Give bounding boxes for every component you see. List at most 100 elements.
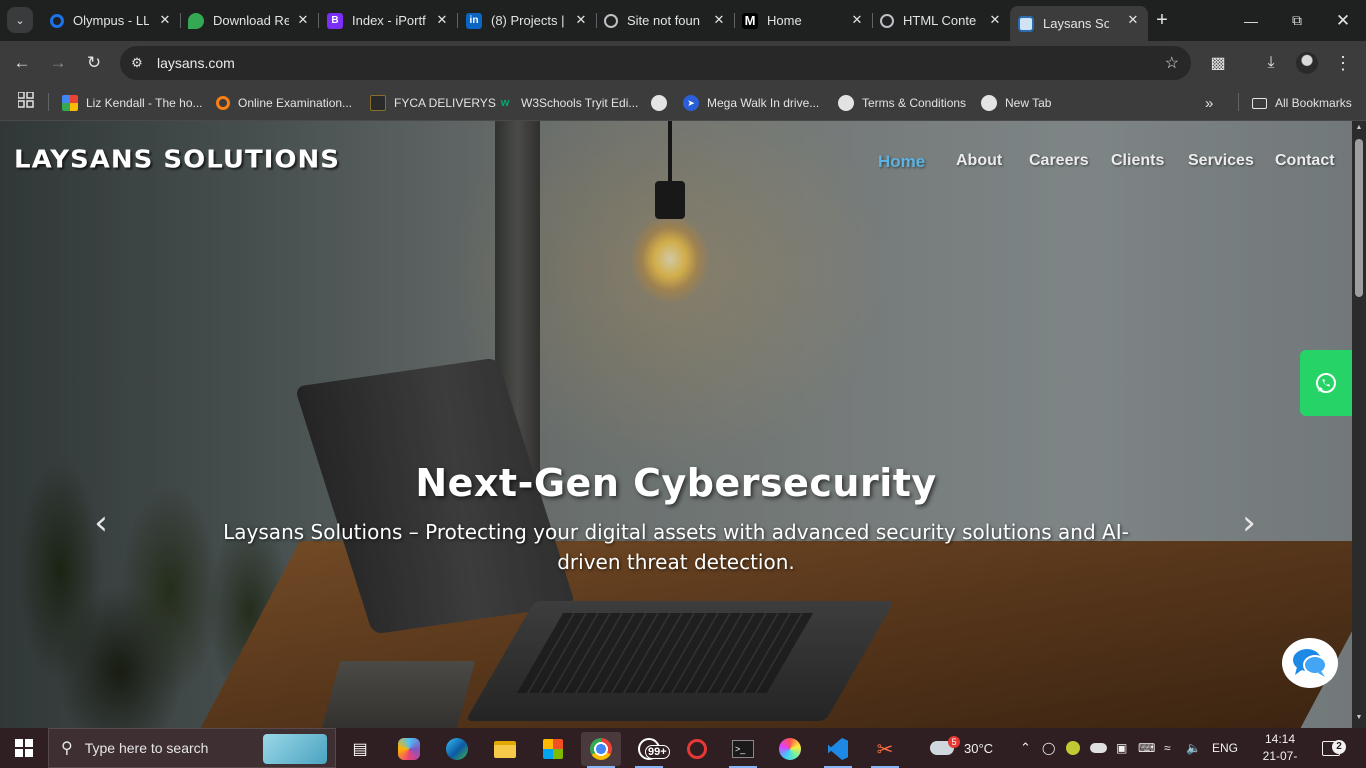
nav-about[interactable]: About	[956, 152, 1002, 170]
carousel-prev-button[interactable]: ‹	[86, 503, 116, 543]
scissors-icon: ✂	[876, 738, 894, 761]
whatsapp-app[interactable]: 99+	[629, 732, 670, 768]
close-window-button[interactable]: ✕	[1320, 0, 1366, 41]
whatsapp-badge: 99+	[645, 745, 670, 759]
close-icon[interactable]: ✕	[156, 11, 174, 29]
nav-clients[interactable]: Clients	[1111, 152, 1164, 170]
url-text[interactable]: laysans.com	[157, 55, 235, 71]
nav-home[interactable]: Home	[878, 152, 925, 172]
language-indicator[interactable]: ENG	[1212, 728, 1238, 768]
scrollbar-thumb[interactable]	[1355, 139, 1363, 297]
bookmark-online-examination[interactable]: Online Examination...	[216, 92, 352, 114]
tab-search-button[interactable]: ⌄	[7, 7, 33, 33]
bookmark-terms-conditions[interactable]: Terms & Conditions	[838, 92, 966, 114]
tab-home-medium[interactable]: M Home ✕	[734, 6, 873, 35]
tray-sync-icon[interactable]: ◯	[1042, 728, 1055, 768]
all-bookmarks-button[interactable]: All Bookmarks	[1252, 92, 1352, 114]
snipping-tool-app[interactable]: ✂	[865, 732, 905, 768]
page-scrollbar[interactable]: ▲ ▼	[1352, 121, 1366, 728]
onedrive-icon[interactable]	[1090, 728, 1107, 768]
close-icon[interactable]: ✕	[848, 11, 866, 29]
scroll-down-arrow-icon[interactable]: ▼	[1355, 714, 1363, 722]
input-method-icon[interactable]: ⌨	[1138, 728, 1155, 768]
bookmark-fyca-deliverys[interactable]: FYCA DELIVERYS	[370, 92, 496, 114]
terminal-app[interactable]: >_	[723, 732, 763, 768]
file-explorer-app[interactable]	[485, 732, 525, 766]
apps-grid-icon[interactable]	[18, 92, 34, 108]
tab-html-content[interactable]: HTML Conte ✕	[872, 6, 1010, 35]
edge-app[interactable]	[437, 732, 477, 766]
tray-app-icon[interactable]	[1066, 728, 1080, 768]
scroll-up-arrow-icon[interactable]: ▲	[1355, 124, 1363, 132]
bookmark-liz-kendall[interactable]: Liz Kendall - The ho...	[62, 92, 203, 114]
extensions-icon[interactable]: ▩	[1206, 51, 1230, 75]
bookmark-new-tab[interactable]: New Tab	[981, 92, 1051, 114]
live-chat-button[interactable]	[1282, 638, 1338, 688]
bookmark-star-icon[interactable]: ☆	[1165, 53, 1179, 73]
hero-subtitle: Laysans Solutions – Protecting your digi…	[223, 520, 1129, 574]
bookmark-label: Liz Kendall - The ho...	[86, 96, 203, 110]
bookmark-w3schools[interactable]: w W3Schools Tryit Edi...	[497, 92, 639, 114]
wifi-icon[interactable]: ≈	[1164, 728, 1171, 768]
color-app[interactable]	[770, 732, 810, 766]
tab-linkedin-projects[interactable]: in (8) Projects | ✕	[458, 6, 597, 35]
site-info-icon[interactable]: ⚙	[128, 54, 146, 72]
chevron-up-icon: ⌃	[1020, 740, 1031, 755]
close-icon[interactable]: ✕	[710, 11, 728, 29]
site-logo[interactable]: LAYSANS SOLUTIONS	[14, 146, 340, 175]
download-icon[interactable]: ⤓	[1259, 51, 1283, 75]
weather-temp: 30°C	[964, 740, 994, 756]
bookmark-mega-walk-in[interactable]: ➤ Mega Walk In drive...	[683, 92, 819, 114]
chrome-app[interactable]	[581, 732, 621, 768]
store-icon	[543, 739, 563, 759]
search-highlight-image	[263, 734, 327, 764]
nav-careers[interactable]: Careers	[1029, 152, 1089, 170]
terminal-icon: >_	[732, 740, 754, 758]
tab-download[interactable]: Download Re ✕	[180, 6, 319, 35]
reload-button[interactable]: ↻	[79, 48, 109, 78]
start-button[interactable]	[0, 728, 48, 768]
close-icon[interactable]: ✕	[986, 11, 1004, 29]
menu-icon[interactable]: ⋮	[1331, 51, 1355, 75]
notification-center-button[interactable]: 2	[1322, 728, 1346, 768]
more-bookmarks-button[interactable]: »	[1205, 92, 1213, 114]
close-icon[interactable]: ✕	[1124, 11, 1142, 29]
whatsapp-button[interactable]	[1300, 350, 1352, 416]
taskbar-clock[interactable]: 14:14 21-07-2025	[1252, 731, 1308, 768]
security-app[interactable]	[677, 732, 717, 766]
tab-site-not-found[interactable]: Site not foun ✕	[596, 6, 735, 35]
restore-button[interactable]: ⧉	[1274, 0, 1320, 41]
carousel-next-button[interactable]: ›	[1234, 503, 1264, 543]
close-icon[interactable]: ✕	[294, 11, 312, 29]
task-view-icon: ▤	[352, 741, 368, 758]
chevron-right-icon: ›	[1242, 503, 1256, 543]
bookmark-globe[interactable]	[651, 92, 675, 114]
copilot-app[interactable]	[389, 732, 429, 766]
nav-services[interactable]: Services	[1188, 152, 1254, 170]
back-button[interactable]: ←	[7, 48, 37, 78]
tab-title: Laysans Solu	[1043, 16, 1109, 31]
tab-laysans-solutions[interactable]: Laysans Solu ✕	[1010, 6, 1148, 41]
show-hidden-icons-button[interactable]: ⌃	[1020, 728, 1031, 768]
taskbar-search[interactable]: ⚲ Type here to search	[48, 728, 336, 768]
close-icon[interactable]: ✕	[433, 11, 451, 29]
weather-widget[interactable]: 5 30°C	[930, 728, 993, 768]
forward-button[interactable]: →	[43, 48, 73, 78]
tab-index-iportfolio[interactable]: B Index - iPortf ✕	[319, 6, 458, 35]
minimize-button[interactable]: —	[1228, 0, 1274, 41]
moodle-icon	[216, 96, 230, 110]
profile-avatar[interactable]	[1296, 52, 1318, 74]
bookmark-label: Mega Walk In drive...	[707, 96, 820, 110]
volume-icon[interactable]: 🔈	[1186, 728, 1201, 768]
vscode-app[interactable]	[818, 732, 858, 768]
tab-olympus[interactable]: Olympus - LL ✕	[42, 6, 181, 35]
meet-icon[interactable]: ▣	[1116, 728, 1127, 768]
close-icon[interactable]: ✕	[572, 11, 590, 29]
arrow-left-icon: ←	[13, 53, 31, 72]
nav-contact[interactable]: Contact	[1275, 152, 1335, 170]
task-view-button[interactable]: ▤	[340, 732, 380, 766]
microsoft-store-app[interactable]	[533, 732, 573, 766]
new-tab-button[interactable]: +	[1150, 8, 1174, 32]
globe-icon	[651, 95, 667, 111]
address-bar[interactable]: ⚙ laysans.com ☆	[120, 46, 1191, 80]
